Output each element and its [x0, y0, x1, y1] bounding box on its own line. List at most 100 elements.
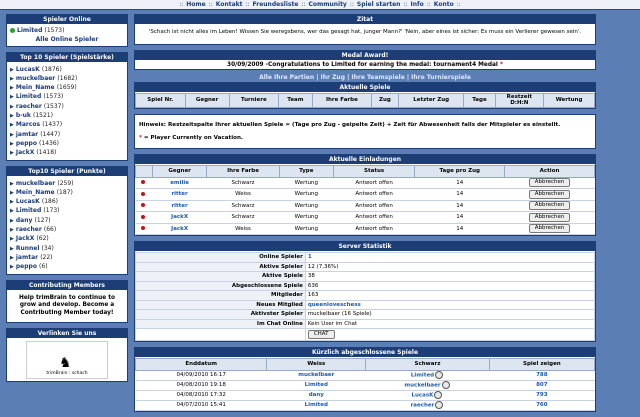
player-list-item[interactable]: ▶ Limited (173) — [10, 206, 124, 215]
show-game-link[interactable]: 760 — [489, 400, 595, 411]
player-list-item[interactable]: ▶ dany (127) — [10, 216, 124, 225]
status-cell: Antwort offen — [333, 211, 415, 224]
chat-button[interactable]: CHAT — [307, 330, 335, 339]
white-player-link[interactable]: dany — [309, 392, 324, 398]
black-player-link[interactable]: muckelbaer — [404, 383, 440, 389]
player-list-item[interactable]: ▶ JackX (62) — [10, 234, 124, 243]
hint-line-2: * = Player Currently on Vacation. — [139, 135, 244, 141]
type-cell: Wertung — [279, 188, 334, 201]
nav-home[interactable]: Home — [186, 1, 205, 8]
stat-value: Kein User im Chat — [304, 318, 596, 329]
black-player-link[interactable]: raecher — [411, 403, 435, 409]
link-all-games[interactable]: Alle Ihre Partien — [259, 74, 314, 81]
end-date-cell: 04/07/2010 15:41 — [135, 400, 267, 411]
player-name: JackX — [15, 235, 35, 243]
opponent-link[interactable]: ritter — [152, 200, 207, 212]
link-us-title: Verlinken Sie uns — [7, 329, 127, 340]
column-header: Gegner — [151, 165, 208, 178]
hint-line-1: Hinweis: Restzeitspalte Ihrer aktuellen … — [139, 122, 561, 128]
stat-value: 12 (7,36%) — [304, 261, 596, 272]
player-list-item[interactable]: ▶ Runnel (34) — [10, 244, 124, 253]
days-cell: 14 — [414, 223, 505, 235]
arrow-icon: ▶ — [10, 227, 14, 234]
days-cell: 14 — [414, 211, 505, 224]
medal-icon — [435, 371, 444, 379]
player-list-item[interactable]: ▶ Mein_Name (187) — [10, 188, 124, 197]
white-player-link[interactable]: Limited — [305, 382, 328, 388]
invitation-bullet-icon — [141, 191, 145, 196]
medal-box: Medal Award! 30/09/2009 -Congratulations… — [134, 50, 596, 70]
player-list-item[interactable]: ▶ jamtar (1447) — [10, 130, 124, 139]
show-game-link[interactable]: 807 — [489, 380, 595, 391]
link-tournament-games[interactable]: Ihre Turnierspiele — [411, 74, 471, 81]
player-list-item[interactable]: ▶ muckelbaer (259) — [10, 179, 124, 188]
nav-konto[interactable]: Konto — [434, 1, 454, 8]
player-list-item[interactable]: ▶ Marcos (1437) — [10, 120, 124, 129]
stat-value[interactable]: queenloveschess — [304, 299, 596, 310]
player-name: jamtar — [15, 253, 39, 261]
nav-kontakt[interactable]: Kontakt — [216, 1, 243, 8]
stat-value[interactable]: 1 — [304, 252, 596, 263]
stat-row: Im Chat Online Kein User im Chat — [135, 318, 596, 329]
cancel-invitation-button[interactable]: Abbrechen — [528, 212, 571, 222]
trimbrain-banner[interactable]: ♞ trimBrain : schach — [26, 341, 108, 380]
column-header: Enddatum — [134, 358, 268, 371]
cancel-invitation-button[interactable]: Abbrechen — [528, 189, 571, 199]
all-online-players-link[interactable]: Alle Online Spieler — [10, 35, 124, 44]
arrow-icon: ▶ — [10, 150, 14, 157]
nav-spiel-starten[interactable]: Spiel starten — [357, 1, 401, 8]
nav-freundesliste[interactable]: Freundesliste — [253, 1, 299, 8]
nav-community[interactable]: Community — [308, 1, 346, 8]
black-player-link[interactable]: LucasK — [412, 393, 434, 399]
medal-star-icon: * — [499, 62, 503, 68]
white-player-link[interactable]: Limited — [305, 402, 328, 408]
cancel-invitation-button[interactable]: Abbrechen — [528, 224, 571, 234]
player-list-item[interactable]: ▶ Limited (1573) — [10, 92, 124, 101]
player-list-item[interactable]: ▶ raecher (1537) — [10, 102, 124, 111]
stat-value: muckelbaer (16 Spiele) — [304, 309, 596, 320]
opponent-link[interactable]: ritter — [152, 188, 207, 201]
stat-row: Neues Mitglied queenloveschess — [135, 299, 596, 310]
stat-label: Aktivster Spieler — [135, 309, 306, 320]
medal-text: 30/09/2009 -Congratulations to Limited f… — [227, 62, 503, 68]
player-list-item[interactable]: ▶ muckelbaer (1682) — [10, 74, 124, 83]
show-game-link[interactable]: 793 — [489, 390, 595, 401]
stat-label: Im Chat Online — [135, 318, 306, 329]
player-list-item[interactable]: ▶ JackX (1418) — [10, 148, 124, 157]
opponent-link[interactable]: JackX — [152, 211, 207, 224]
top-strength-title: Top 10 Spieler (Spielstärke) — [7, 52, 127, 63]
player-list-item[interactable]: ▶ LucasK (186) — [10, 197, 124, 206]
player-name: peppo — [15, 139, 37, 147]
invitation-bullet-icon — [141, 226, 145, 231]
player-list-item[interactable]: ▶ b-uk (1521) — [10, 111, 124, 120]
opponent-link[interactable]: JackX — [152, 223, 207, 235]
link-your-move[interactable]: Ihr Zug — [321, 74, 345, 81]
online-players-box: Spieler Online Limited (1573) Alle Onlin… — [6, 14, 128, 47]
player-list-item[interactable]: ▶ peppo (1436) — [10, 139, 124, 148]
days-cell: 14 — [414, 200, 505, 212]
link-team-games[interactable]: Ihre Teamspiele — [351, 74, 404, 81]
invitation-row: ritter Schwarz Wertung Antwort offen 14 Abbre… — [135, 200, 595, 212]
nav-info[interactable]: Info — [411, 1, 424, 8]
player-list-item[interactable]: ▶ peppo (6) — [10, 262, 124, 271]
player-list-item[interactable]: ▶ Mein_Name (1659) — [10, 83, 124, 92]
black-player-link[interactable]: Limited — [411, 373, 434, 379]
status-cell: Antwort offen — [333, 200, 415, 212]
cancel-invitation-button[interactable]: Abbrechen — [528, 201, 571, 211]
top-points-box: Top10 Spieler (Punkte) ▶ muckelbaer (259)… — [6, 165, 128, 275]
online-user[interactable]: Limited (1573) — [10, 26, 124, 35]
player-list-item[interactable]: ▶ LucasK (1876) — [10, 65, 124, 74]
player-list-item[interactable]: ▶ jamtar (22) — [10, 253, 124, 262]
arrow-icon: ▶ — [10, 217, 14, 224]
sidebar: Spieler Online Limited (1573) Alle Onlin… — [6, 14, 128, 387]
quote-box: Zitat 'Schach ist nicht alles im Leben! … — [134, 14, 596, 45]
show-game-link[interactable]: 788 — [489, 370, 595, 381]
recent-game-row: 04/08/2010 19:18 Limited muckelbaer 807 — [135, 380, 595, 391]
opponent-link[interactable]: emilie — [152, 177, 207, 189]
cancel-invitation-button[interactable]: Abbrechen — [528, 178, 571, 188]
column-header: Turniere — [228, 93, 279, 108]
stat-row: Online Spieler 1 — [135, 252, 596, 263]
white-player-link[interactable]: muckelbaer — [298, 372, 334, 378]
player-list-item[interactable]: ▶ raecher (66) — [10, 225, 124, 234]
invitation-row: ritter Weiss Wertung Antwort offen 14 Abbrech… — [135, 188, 595, 201]
